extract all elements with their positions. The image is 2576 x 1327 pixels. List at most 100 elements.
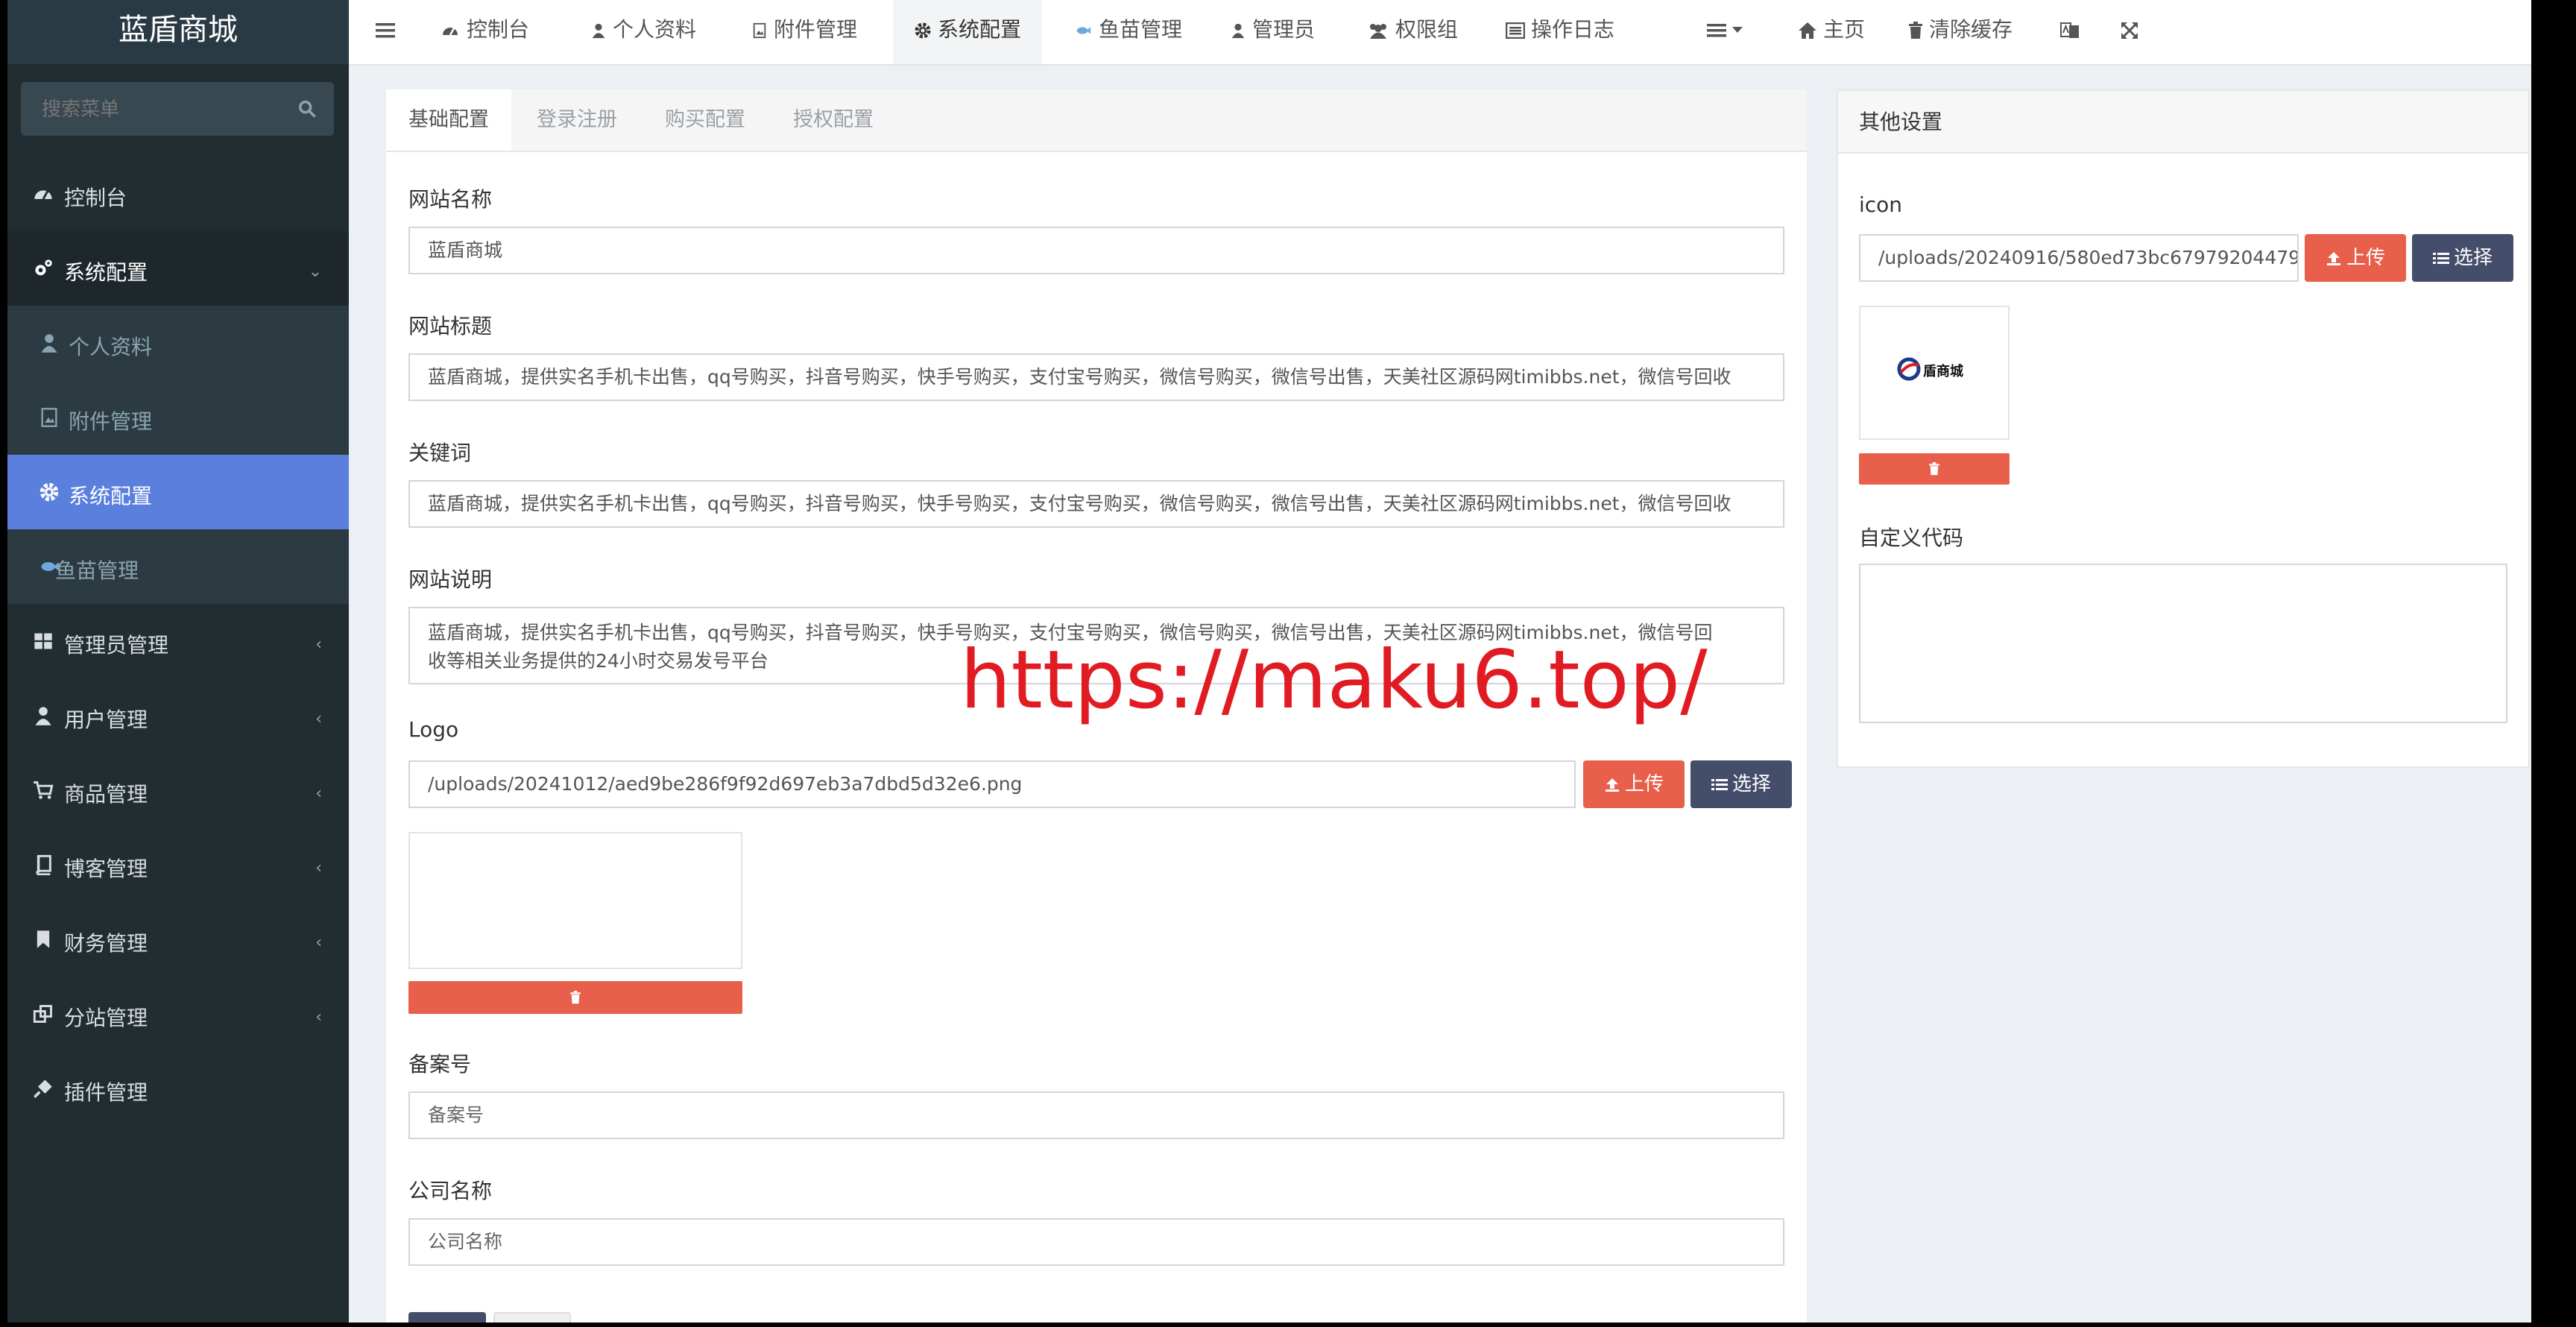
sidebar-item-blog[interactable]: 博客管理 ‹: [7, 828, 349, 902]
upload-icon: [2326, 251, 2340, 265]
icon-upload-button[interactable]: 上传: [2305, 234, 2406, 282]
user-icon: [1231, 23, 1245, 39]
user-icon: [592, 23, 605, 39]
company-input[interactable]: 公司名称: [408, 1218, 1784, 1266]
other-settings-panel: 其他设置 icon /uploads/20240916/580ed73bc679…: [1837, 89, 2530, 768]
book-icon: [36, 854, 51, 875]
other-settings-title: 其他设置: [1838, 91, 2528, 154]
sidebar-item-label: 商品管理: [64, 782, 148, 807]
tab-label: 附件管理: [774, 17, 858, 42]
bookmark-icon: [37, 930, 50, 948]
tab-label: 控制台: [467, 17, 530, 42]
sidebar-item-label: 管理员管理: [64, 633, 169, 658]
clear-cache-label: 清除缓存: [1929, 17, 2013, 42]
tab-label: 操作日志: [1531, 17, 1615, 42]
search-icon[interactable]: [297, 98, 318, 119]
icon-path-input[interactable]: /uploads/20240916/580ed73bc67979204479a: [1859, 234, 2299, 282]
icp-label: 备案号: [408, 1052, 472, 1077]
chevron-left-icon: ‹: [315, 710, 322, 728]
sidebar-item-substations[interactable]: 分站管理 ‹: [7, 977, 349, 1051]
tab-operation-log[interactable]: 操作日志: [1505, 0, 1615, 64]
tab-permission-groups[interactable]: 权限组: [1367, 0, 1458, 64]
home-link[interactable]: 主页: [1798, 0, 1865, 64]
logo-preview: [408, 832, 742, 969]
upload-icon: [1605, 778, 1619, 792]
sidebar-item-finance[interactable]: 财务管理 ‹: [7, 902, 349, 977]
logo-upload-button[interactable]: 上传: [1583, 760, 1685, 808]
sidebar-item-label: 系统配置: [64, 260, 148, 285]
cart-icon: [34, 781, 54, 799]
custom-code-textarea[interactable]: [1859, 564, 2507, 723]
clear-cache-button[interactable]: 清除缓存: [1908, 0, 2012, 64]
save-button[interactable]: [408, 1312, 486, 1323]
tab-dashboard[interactable]: 控制台: [440, 0, 529, 64]
icon-choose-button[interactable]: 选择: [2412, 234, 2513, 282]
sidebar-toggle-button[interactable]: [376, 0, 401, 64]
icon-preview: 盾商城: [1859, 306, 2010, 440]
tab-attachments[interactable]: 附件管理: [751, 0, 857, 64]
logo-path-input[interactable]: /uploads/20241012/aed9be286f9f92d697eb3a…: [408, 760, 1576, 808]
tab-label: 权限组: [1395, 17, 1459, 42]
site-name-input[interactable]: 蓝盾商城: [408, 227, 1784, 274]
menu-search-input[interactable]: [21, 82, 297, 137]
sidebar-item-label: 附件管理: [69, 409, 153, 434]
config-tabs: 基础配置 登录注册 购买配置 授权配置: [386, 89, 1807, 152]
keywords-input[interactable]: 蓝盾商城，提供实名手机卡出售，qq号购买，抖音号购买，快手号购买，支付宝号购买，…: [408, 480, 1784, 528]
list-alt-icon: [1505, 22, 1526, 40]
tab-admins[interactable]: 管理员: [1230, 0, 1315, 64]
chevron-down-icon: ⌄: [308, 262, 322, 281]
sidebar-submenu: 个人资料 附件管理 系统配置 鱼苗管理: [7, 306, 349, 604]
gear-icon: [915, 22, 931, 39]
trash-icon: [570, 991, 581, 1004]
company-label: 公司名称: [408, 1179, 493, 1203]
site-logo-text: 盾商城: [1923, 364, 1963, 379]
sidebar-item-fish[interactable]: 鱼苗管理: [7, 529, 349, 604]
upload-label: 上传: [1624, 773, 1664, 795]
chevron-left-icon: ‹: [315, 635, 322, 654]
tab-purchase-config[interactable]: 购买配置: [643, 89, 768, 151]
translate-button[interactable]: [2060, 0, 2086, 64]
tab-fish[interactable]: 鱼苗管理: [1073, 0, 1182, 64]
site-title-input[interactable]: 蓝盾商城，提供实名手机卡出售，qq号购买，抖音号购买，快手号购买，支付宝号购买，…: [408, 353, 1784, 401]
logo-delete-button[interactable]: [408, 981, 742, 1014]
sidebar-item-dashboard[interactable]: 控制台: [7, 157, 349, 231]
brand-logo[interactable]: 蓝盾商城: [7, 0, 349, 64]
fullscreen-button[interactable]: [2120, 0, 2145, 64]
sidebar-item-label: 系统配置: [69, 484, 153, 508]
users-icon: [1370, 24, 1386, 39]
cogs-icon: [35, 259, 52, 276]
tab-system-config[interactable]: 系统配置: [893, 0, 1043, 64]
tab-label: 个人资料: [613, 17, 697, 42]
tab-profile[interactable]: 个人资料: [590, 0, 696, 64]
sidebar-item-system-config-group[interactable]: 系统配置 ⌄: [7, 231, 349, 306]
user-icon: [35, 707, 51, 725]
sidebar-item-system-config[interactable]: 系统配置: [7, 455, 349, 529]
tab-license-config[interactable]: 授权配置: [771, 89, 896, 151]
tab-login-register[interactable]: 登录注册: [514, 89, 640, 151]
icp-input[interactable]: 备案号: [408, 1091, 1784, 1139]
plug-icon: [34, 1079, 52, 1098]
dashboard-icon: [443, 28, 458, 36]
tab-basic-config[interactable]: 基础配置: [386, 89, 511, 151]
sidebar-item-profile[interactable]: 个人资料: [7, 306, 349, 380]
image-file-icon: [41, 408, 57, 427]
reset-button[interactable]: [493, 1312, 571, 1323]
icon-delete-button[interactable]: [1859, 453, 2010, 485]
sidebar-item-users[interactable]: 用户管理 ‹: [7, 678, 349, 753]
sidebar-item-label: 分站管理: [64, 1006, 148, 1030]
sidebar-item-products[interactable]: 商品管理 ‹: [7, 753, 349, 828]
logo-choose-button[interactable]: 选择: [1690, 760, 1792, 808]
choose-label: 选择: [2453, 247, 2493, 269]
keywords-label: 关键词: [408, 441, 472, 465]
chevron-left-icon: ‹: [315, 784, 322, 803]
sidebar-menu: 控制台 系统配置 ⌄ 个人资料 附件管理 系统配置 鱼苗管理 管理员管理 ‹ 用…: [7, 157, 349, 1126]
tabs-dropdown-button[interactable]: [1707, 0, 1749, 64]
control-sidebar-button[interactable]: [2528, 0, 2531, 64]
sidebar-item-label: 用户管理: [64, 707, 148, 732]
sidebar-item-attachments[interactable]: 附件管理: [7, 380, 349, 455]
sidebar-item-label: 控制台: [64, 186, 127, 210]
tab-label: 系统配置: [938, 17, 1022, 42]
sidebar-item-admins[interactable]: 管理员管理 ‹: [7, 604, 349, 678]
sidebar-item-plugins[interactable]: 插件管理: [7, 1051, 349, 1126]
expand-icon: [2121, 22, 2138, 39]
